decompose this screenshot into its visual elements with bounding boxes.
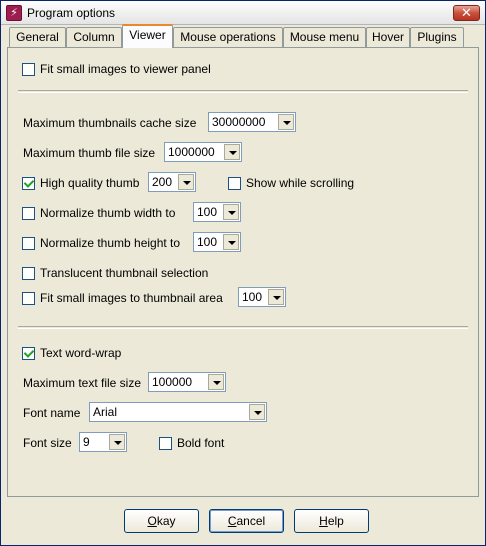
chevron-down-icon[interactable] xyxy=(223,234,239,250)
window-title: Program options xyxy=(27,6,116,20)
show-scrolling-checkbox[interactable] xyxy=(228,176,241,190)
thumb-file-size-select[interactable]: 1000000 xyxy=(164,142,242,162)
cancel-button[interactable]: Cancel xyxy=(209,509,284,533)
normalize-height-value: 100 xyxy=(197,235,218,249)
thumb-file-size-value: 1000000 xyxy=(168,145,215,159)
normalize-height-label: Normalize thumb height to xyxy=(40,236,181,250)
close-button[interactable]: ✕ xyxy=(453,5,480,21)
chevron-down-icon[interactable] xyxy=(208,374,224,390)
high-quality-checkbox[interactable] xyxy=(22,176,35,190)
bold-font-checkbox[interactable] xyxy=(159,436,172,450)
translucent-option[interactable]: Translucent thumbnail selection xyxy=(22,266,208,280)
help-button[interactable]: Help xyxy=(294,509,369,533)
tab-column[interactable]: Column xyxy=(66,27,122,47)
show-scrolling-label: Show while scrolling xyxy=(246,176,355,190)
chevron-down-icon[interactable] xyxy=(268,289,284,305)
normalize-height-checkbox[interactable] xyxy=(22,236,35,250)
high-quality-option[interactable]: High quality thumb xyxy=(22,176,139,190)
font-size-value: 9 xyxy=(83,435,90,449)
chevron-down-icon[interactable] xyxy=(224,144,240,160)
normalize-height-option[interactable]: Normalize thumb height to xyxy=(22,236,180,250)
help-accelerator: H xyxy=(319,514,328,528)
word-wrap-checkbox[interactable] xyxy=(22,346,35,360)
tab-mouse-menu[interactable]: Mouse menu xyxy=(283,27,366,47)
fit-thumb-value: 100 xyxy=(242,290,263,304)
translucent-label: Translucent thumbnail selection xyxy=(40,266,209,280)
text-size-select[interactable]: 100000 xyxy=(148,372,226,392)
cancel-label: ancel xyxy=(236,514,266,528)
font-name-select[interactable]: Arial xyxy=(89,402,267,422)
chevron-down-icon[interactable] xyxy=(278,114,294,130)
word-wrap-label: Text word-wrap xyxy=(40,346,122,360)
word-wrap-option[interactable]: Text word-wrap xyxy=(22,346,121,360)
fit-thumb-option[interactable]: Fit small images to thumbnail area xyxy=(22,291,223,305)
tab-hover[interactable]: Hover xyxy=(366,27,410,47)
chevron-down-icon[interactable] xyxy=(223,204,239,220)
normalize-width-select[interactable]: 100 xyxy=(193,202,241,222)
normalize-width-option[interactable]: Normalize thumb width to xyxy=(22,206,175,220)
fit-thumb-label: Fit small images to thumbnail area xyxy=(40,291,223,305)
tab-mouse-operations[interactable]: Mouse operations xyxy=(173,27,283,47)
chevron-down-icon[interactable] xyxy=(249,404,265,420)
tab-viewer[interactable]: Viewer xyxy=(122,24,173,48)
tab-general[interactable]: General xyxy=(9,27,66,47)
title-bar[interactable]: ⚡ Program options ✕ xyxy=(1,1,485,25)
program-options-window: ⚡ Program options ✕ General Column Viewe… xyxy=(0,0,486,546)
chevron-down-icon[interactable] xyxy=(109,434,125,450)
fit-thumb-select[interactable]: 100 xyxy=(238,287,286,307)
fit-thumb-checkbox[interactable] xyxy=(22,291,35,305)
normalize-width-checkbox[interactable] xyxy=(22,206,35,220)
fit-viewer-checkbox[interactable] xyxy=(22,62,35,76)
okay-accelerator: O xyxy=(147,514,157,528)
close-icon: ✕ xyxy=(461,5,472,20)
cache-size-value: 30000000 xyxy=(212,115,266,129)
okay-button[interactable]: Okay xyxy=(124,509,199,533)
normalize-width-value: 100 xyxy=(197,205,218,219)
font-name-label: Font name xyxy=(23,406,81,420)
text-size-value: 100000 xyxy=(152,375,193,389)
chevron-down-icon[interactable] xyxy=(178,174,194,190)
translucent-checkbox[interactable] xyxy=(22,266,35,280)
fit-viewer-option[interactable]: Fit small images to viewer panel xyxy=(22,62,211,76)
app-icon: ⚡ xyxy=(6,5,22,21)
font-size-select[interactable]: 9 xyxy=(79,432,127,452)
normalize-width-label: Normalize thumb width to xyxy=(40,206,176,220)
cache-size-select[interactable]: 30000000 xyxy=(208,112,296,132)
separator xyxy=(18,90,468,93)
okay-label: kay xyxy=(156,514,176,528)
thumb-file-size-label: Maximum thumb file size xyxy=(23,146,156,160)
normalize-height-select[interactable]: 100 xyxy=(193,232,241,252)
tab-plugins[interactable]: Plugins xyxy=(410,27,464,47)
font-name-value: Arial xyxy=(93,405,118,419)
help-label: elp xyxy=(327,514,344,528)
text-size-label: Maximum text file size xyxy=(23,376,142,390)
fit-viewer-label: Fit small images to viewer panel xyxy=(40,62,211,76)
bold-font-label: Bold font xyxy=(177,436,225,450)
high-quality-value: 200 xyxy=(152,175,173,189)
viewer-tab-panel: Fit small images to viewer panel Maximum… xyxy=(7,47,479,497)
separator xyxy=(18,326,468,329)
high-quality-select[interactable]: 200 xyxy=(148,172,196,192)
font-size-label: Font size xyxy=(23,436,72,450)
high-quality-label: High quality thumb xyxy=(40,176,140,190)
show-scrolling-option[interactable]: Show while scrolling xyxy=(228,176,354,190)
cache-size-label: Maximum thumbnails cache size xyxy=(23,116,197,130)
bold-font-option[interactable]: Bold font xyxy=(159,436,224,450)
